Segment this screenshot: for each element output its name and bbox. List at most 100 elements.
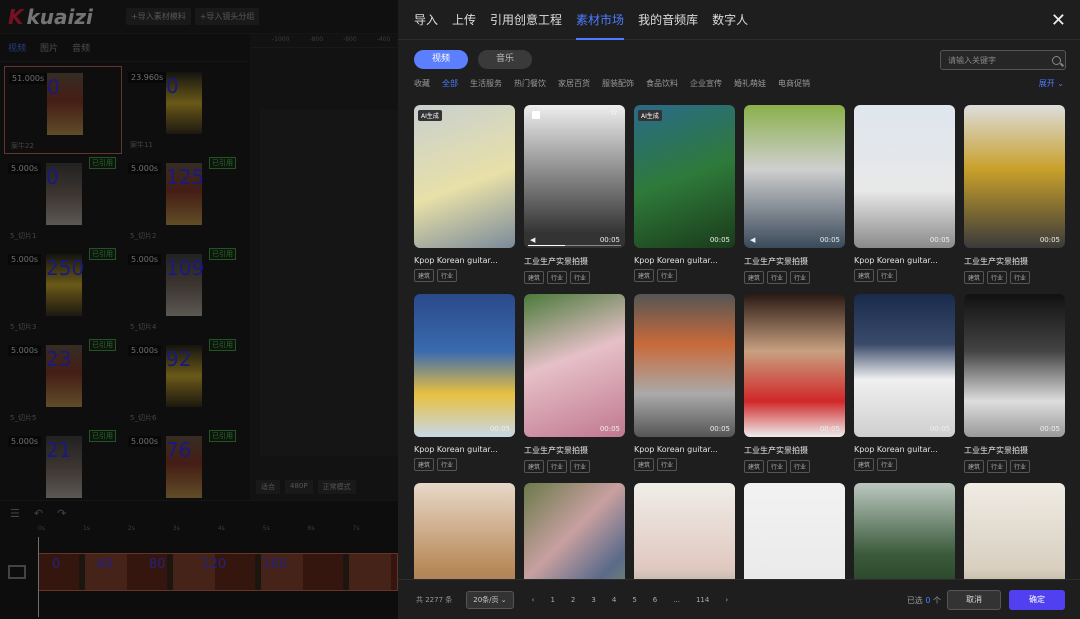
material-thumbnail[interactable]: 00:05: [524, 294, 625, 437]
material-thumbnail[interactable]: [524, 483, 625, 579]
cancel-button[interactable]: 取消: [947, 590, 1001, 610]
selected-unit: 个: [933, 596, 941, 605]
category-item[interactable]: 服装配饰: [602, 78, 634, 90]
category-item[interactable]: 收藏: [414, 78, 430, 90]
material-thumbnail[interactable]: 00:05: [634, 294, 735, 437]
tag: 行业: [437, 458, 458, 471]
modal-tab[interactable]: 引用创意工程: [490, 0, 562, 40]
selected-label: 已选: [906, 596, 923, 605]
confirm-button[interactable]: 确定: [1009, 590, 1065, 610]
page-link[interactable]: 5: [632, 596, 636, 604]
material-duration: 00:05: [709, 236, 730, 244]
material-card[interactable]: [744, 483, 845, 579]
selected-count: 已选 0 个: [907, 595, 941, 606]
tag-list: 建筑 行业 行业: [744, 271, 845, 284]
material-thumbnail[interactable]: 00:05: [964, 294, 1065, 437]
search-box: [940, 50, 1066, 70]
material-card[interactable]: [414, 483, 515, 579]
material-duration: 00:05: [819, 425, 840, 433]
page-link[interactable]: 114: [696, 596, 709, 604]
tag-list: 建筑 行业: [414, 269, 515, 282]
progress-fill: [528, 245, 566, 246]
volume-icon[interactable]: ◀: [530, 236, 535, 244]
category-item[interactable]: 生活服务: [470, 78, 502, 90]
material-thumbnail[interactable]: AI生成 00:05: [634, 105, 735, 248]
material-card[interactable]: 00:05 Kpop Korean guitar... 建筑 行业: [854, 294, 955, 471]
page-link[interactable]: 2: [571, 596, 575, 604]
page-link[interactable]: ...: [673, 596, 680, 604]
tag-list: 建筑 行业 行业: [524, 271, 625, 284]
page-size-select[interactable]: 20条/页 ⌄: [466, 590, 514, 609]
material-thumbnail[interactable]: [854, 483, 955, 579]
tag-list: 建筑 行业: [634, 458, 735, 471]
modal-tab[interactable]: 导入: [414, 0, 438, 40]
app-root: Kkuaizi +导入素材模料 +导入镜头分组 视频 图片 音频 051.000…: [0, 0, 1080, 619]
category-item[interactable]: 全部: [442, 78, 458, 90]
tag-list: 建筑 行业 行业: [964, 460, 1065, 473]
material-thumbnail[interactable]: 00:05: [964, 105, 1065, 248]
material-card[interactable]: 00:05 工业生产实景拍摄 建筑 行业 行业: [964, 105, 1065, 284]
material-thumbnail[interactable]: ☆ ◀ 00:05: [524, 105, 625, 248]
material-card[interactable]: AI生成 00:05 Kpop Korean guitar... 建筑 行业: [634, 105, 735, 282]
category-item[interactable]: 电商促销: [778, 78, 810, 90]
category-item[interactable]: 食品饮料: [646, 78, 678, 90]
volume-icon[interactable]: ◀: [750, 236, 755, 244]
progress-bar[interactable]: [528, 245, 621, 246]
material-title: Kpop Korean guitar...: [634, 256, 718, 265]
page-link[interactable]: 6: [653, 596, 657, 604]
close-icon[interactable]: ✕: [1051, 10, 1066, 31]
category-item[interactable]: 企业宣传: [690, 78, 722, 90]
category-item[interactable]: 婚礼萌娃: [734, 78, 766, 90]
page-link[interactable]: 3: [591, 596, 595, 604]
type-toggle: 视频 音乐: [414, 50, 532, 69]
category-item[interactable]: 家居百货: [558, 78, 590, 90]
page-link[interactable]: ›: [725, 596, 728, 604]
search-icon[interactable]: [1052, 55, 1061, 65]
tag: 建筑: [414, 458, 435, 471]
search-input[interactable]: [948, 55, 1048, 65]
category-item[interactable]: 热门餐饮: [514, 78, 546, 90]
video-toggle[interactable]: 视频: [414, 50, 468, 69]
select-checkbox[interactable]: [532, 111, 540, 119]
page-link[interactable]: ‹: [532, 596, 535, 604]
material-thumbnail[interactable]: 00:05: [854, 294, 955, 437]
star-icon[interactable]: ☆: [610, 108, 618, 118]
material-card[interactable]: 00:05 工业生产实景拍摄 建筑 行业 行业: [744, 294, 845, 473]
material-thumbnail[interactable]: [414, 483, 515, 579]
modal-tab[interactable]: 数字人: [712, 0, 748, 40]
modal-tab[interactable]: 我的音频库: [638, 0, 698, 40]
music-toggle[interactable]: 音乐: [478, 50, 532, 69]
material-thumbnail[interactable]: 00:05: [744, 294, 845, 437]
material-thumbnail[interactable]: AI生成: [414, 105, 515, 248]
modal-tab[interactable]: 素材市场: [576, 0, 625, 40]
material-card[interactable]: 00:05 Kpop Korean guitar... 建筑 行业: [414, 294, 515, 471]
modal-overlay[interactable]: [0, 0, 398, 619]
material-card[interactable]: [524, 483, 625, 579]
material-card[interactable]: [634, 483, 735, 579]
material-thumbnail[interactable]: [964, 483, 1065, 579]
tag: 行业: [877, 269, 898, 282]
material-thumbnail[interactable]: ◀ 00:05: [744, 105, 845, 248]
tag-list: 建筑 行业 行业: [744, 460, 845, 473]
material-card[interactable]: 00:05 工业生产实景拍摄 建筑 行业 行业: [964, 294, 1065, 473]
material-card[interactable]: ◀ 00:05 工业生产实景拍摄 建筑 行业 行业: [744, 105, 845, 284]
tag: 行业: [657, 458, 678, 471]
material-card[interactable]: [964, 483, 1065, 579]
material-thumbnail[interactable]: [744, 483, 845, 579]
material-card[interactable]: 00:05 Kpop Korean guitar... 建筑 行业: [854, 105, 955, 282]
page-link[interactable]: 1: [550, 596, 554, 604]
page-link[interactable]: 4: [612, 596, 616, 604]
expand-button[interactable]: 展开 ⌄: [1039, 78, 1064, 89]
tag-list: 建筑 行业: [414, 458, 515, 471]
material-card[interactable]: [854, 483, 955, 579]
material-thumbnail[interactable]: [634, 483, 735, 579]
material-card[interactable]: ☆ ◀ 00:05 工业生产实景拍摄 建筑 行业 行业: [524, 105, 625, 284]
material-card[interactable]: 00:05 Kpop Korean guitar... 建筑 行业: [634, 294, 735, 471]
modal-tab[interactable]: 上传: [452, 0, 476, 40]
material-thumbnail[interactable]: 00:05: [414, 294, 515, 437]
material-card[interactable]: AI生成 Kpop Korean guitar... 建筑 行业: [414, 105, 515, 282]
material-thumbnail[interactable]: 00:05: [854, 105, 955, 248]
tag: 行业: [570, 460, 591, 473]
material-card[interactable]: 00:05 工业生产实景拍摄 建筑 行业 行业: [524, 294, 625, 473]
material-duration: 00:05: [1039, 236, 1060, 244]
